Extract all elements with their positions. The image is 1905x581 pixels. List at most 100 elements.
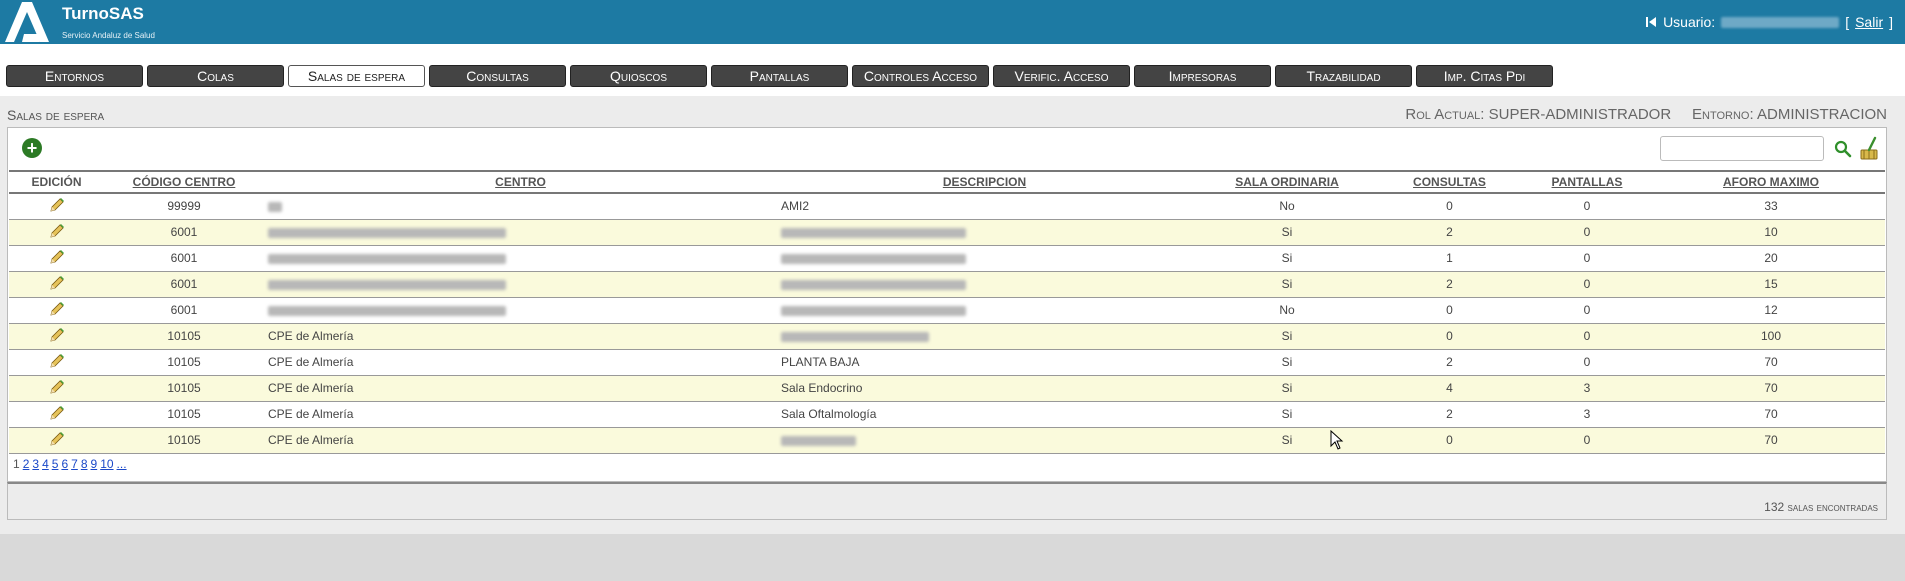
rooms-table: EDICIÓN CÓDIGO CENTRO CENTRO DESCRIPCION… (9, 170, 1885, 454)
tab-entornos[interactable]: Entornos (6, 65, 143, 87)
tab-impresoras[interactable]: Impresoras (1134, 65, 1271, 87)
user-name-redacted (1721, 16, 1840, 28)
cell-codigo-centro: 10105 (104, 427, 264, 454)
col-codigo-centro[interactable]: CÓDIGO CENTRO (104, 170, 264, 194)
cell-pantallas: 0 (1517, 219, 1657, 246)
redacted-text (781, 331, 929, 342)
role-label: Rol Actual: (1405, 106, 1485, 123)
cell-aforo-maximo: 70 (1657, 427, 1885, 454)
cell-descripcion: Sala Endocrino (777, 375, 1192, 402)
cell-descripcion: AMI2 (777, 193, 1192, 220)
cell-edicion (9, 375, 104, 402)
pencil-icon[interactable] (49, 327, 65, 343)
table-header-row: EDICIÓN CÓDIGO CENTRO CENTRO DESCRIPCION… (9, 170, 1885, 194)
tab-colas[interactable]: Colas (147, 65, 284, 87)
pencil-icon[interactable] (49, 353, 65, 369)
cell-centro (264, 245, 777, 272)
table-row: 6001 No 0 0 12 (9, 297, 1885, 324)
rooms-panel: + EDICIÓN CÓDIGO CENTRO CENTRO DESCRIPCI… (7, 127, 1887, 482)
col-consultas[interactable]: CONSULTAS (1382, 170, 1517, 194)
page-link[interactable]: 7 (71, 457, 78, 471)
pencil-icon[interactable] (49, 301, 65, 317)
first-page-icon (1646, 17, 1657, 27)
results-footer: 132 salas encontradas (7, 482, 1887, 520)
cell-pantallas: 0 (1517, 297, 1657, 324)
app-header: TurnoSAS Servicio Andaluz de Salud Usuar… (0, 0, 1905, 44)
cell-consultas: 2 (1382, 271, 1517, 298)
pencil-icon[interactable] (49, 275, 65, 291)
pencil-icon[interactable] (49, 197, 65, 213)
tab-trazabilidad[interactable]: Trazabilidad (1275, 65, 1412, 87)
results-count: 132 salas encontradas (1764, 500, 1878, 514)
cell-codigo-centro: 10105 (104, 349, 264, 376)
col-centro[interactable]: CENTRO (264, 170, 777, 194)
cell-aforo-maximo: 70 (1657, 401, 1885, 428)
user-label: Usuario: (1663, 14, 1716, 30)
env-label: Entorno: (1692, 106, 1754, 123)
cell-codigo-centro: 6001 (104, 219, 264, 246)
page-title: Salas de espera (7, 107, 105, 123)
brand-name: TurnoSAS (62, 4, 144, 23)
page-link[interactable]: 10 (100, 457, 113, 471)
tab-verific-acceso[interactable]: Verific. Acceso (993, 65, 1130, 87)
table-row: 6001 Si 2 0 10 (9, 219, 1885, 246)
pagination: 1 2 3 4 5 6 7 8 9 10... (13, 457, 130, 471)
logout-bracket-close: ] (1889, 14, 1893, 30)
col-pantallas[interactable]: PANTALLAS (1517, 170, 1657, 194)
table-row: 6001 Si 1 0 20 (9, 245, 1885, 272)
tab-salas-de-espera[interactable]: Salas de espera (288, 65, 425, 87)
cell-aforo-maximo: 33 (1657, 193, 1885, 220)
mouse-cursor-icon (1330, 430, 1344, 450)
tab-consultas[interactable]: Consultas (429, 65, 566, 87)
table-row: 10105 CPE de Almería Si 0 0 100 (9, 323, 1885, 350)
cell-descripcion (777, 245, 1192, 272)
cell-descripcion (777, 297, 1192, 324)
search-icon[interactable] (1834, 140, 1852, 158)
cell-codigo-centro: 6001 (104, 297, 264, 324)
pencil-icon[interactable] (49, 223, 65, 239)
cell-edicion (9, 219, 104, 246)
redacted-text (268, 227, 506, 238)
col-aforo-maximo[interactable]: AFORO MAXIMO (1657, 170, 1885, 194)
redacted-text (268, 279, 506, 290)
pencil-icon[interactable] (49, 405, 65, 421)
cell-consultas: 4 (1382, 375, 1517, 402)
pencil-icon[interactable] (49, 379, 65, 395)
tab-pantallas[interactable]: Pantallas (711, 65, 848, 87)
page-link[interactable]: 5 (52, 457, 59, 471)
page-link[interactable]: 3 (32, 457, 39, 471)
cell-pantallas: 0 (1517, 349, 1657, 376)
pencil-icon[interactable] (49, 431, 65, 447)
logout-link[interactable]: Salir (1855, 14, 1883, 30)
search-input[interactable] (1660, 136, 1824, 161)
cell-consultas: 0 (1382, 297, 1517, 324)
pencil-icon[interactable] (49, 249, 65, 265)
tab-quioscos[interactable]: Quioscos (570, 65, 707, 87)
cell-sala-ordinaria: Si (1192, 401, 1382, 428)
col-descripcion[interactable]: DESCRIPCION (777, 170, 1192, 194)
cell-consultas: 0 (1382, 427, 1517, 454)
page-link[interactable]: 2 (23, 457, 30, 471)
cell-sala-ordinaria: Si (1192, 375, 1382, 402)
tab-imp-citas-pdi[interactable]: Imp. Citas Pdi (1416, 65, 1553, 87)
add-icon[interactable]: + (22, 138, 42, 158)
logo-icon (5, 2, 49, 42)
page-link[interactable]: ... (117, 457, 127, 471)
col-sala-ordinaria[interactable]: SALA ORDINARIA (1192, 170, 1382, 194)
page-link[interactable]: 9 (91, 457, 98, 471)
cell-pantallas: 0 (1517, 193, 1657, 220)
cell-centro (264, 271, 777, 298)
cell-pantallas: 0 (1517, 323, 1657, 350)
logout-bracket-open: [ (1845, 14, 1850, 30)
col-edicion: EDICIÓN (9, 170, 104, 194)
cell-aforo-maximo: 70 (1657, 375, 1885, 402)
page-link[interactable]: 4 (42, 457, 49, 471)
cell-descripcion (777, 427, 1192, 454)
tab-controles-acceso[interactable]: Controles Acceso (852, 65, 989, 87)
page-link[interactable]: 8 (81, 457, 88, 471)
clear-filter-icon[interactable] (1858, 136, 1880, 160)
page-link[interactable]: 6 (61, 457, 68, 471)
cell-edicion (9, 193, 104, 220)
cell-codigo-centro: 6001 (104, 245, 264, 272)
cell-consultas: 2 (1382, 219, 1517, 246)
